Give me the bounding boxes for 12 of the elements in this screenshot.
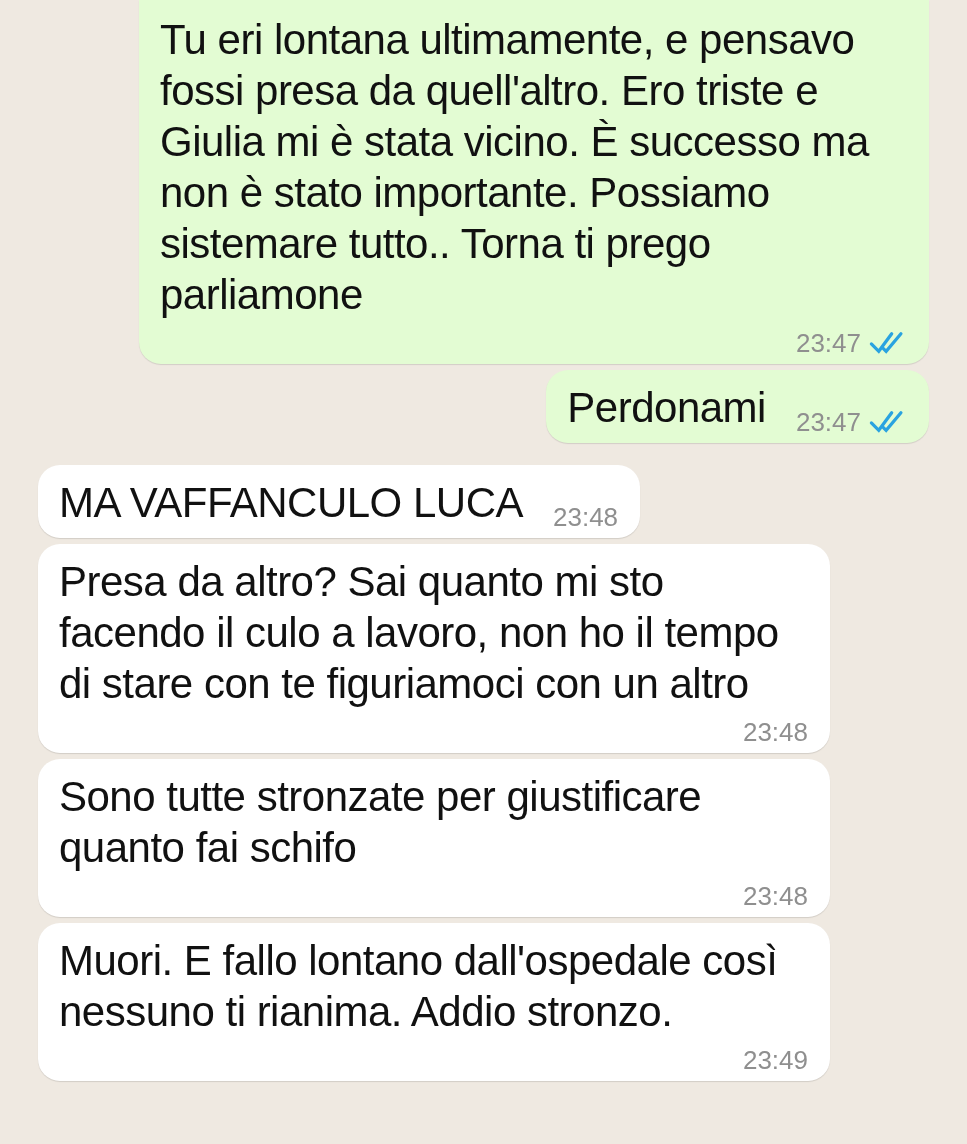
message-text: Perdonami: [567, 383, 766, 433]
message-time: 23:49: [742, 1044, 808, 1077]
message-time: 23:47: [795, 406, 861, 439]
message-text: Presa da altro? Sai quanto mi sto facendo il culo a lavoro, non ho il tempo di stare con te figuriamoci con un altro: [59, 557, 780, 709]
message-time: 23:48: [742, 716, 808, 749]
message-time: 23:48: [553, 501, 619, 534]
message-text: Muori. E fallo lontano dall'ospedale così nessuno ti rianima. Addio stronzo.: [59, 936, 779, 1037]
message-time: 23:48: [742, 880, 808, 913]
message-text: Tu eri lontana ultimamente, e pensavo fossi presa da quell'altro. Ero triste e Giulia mi è stata vicino. È successo ma non è stato importante. Possiamo sistemare tutto.. Torna ti prego parliamone: [160, 15, 871, 320]
message-text: MA VAFFANCULO LUCA: [59, 478, 523, 528]
message-time: 23:47: [795, 327, 861, 360]
message-text: Sono tutte stronzate per giustificare quanto fai schifo: [59, 772, 703, 873]
